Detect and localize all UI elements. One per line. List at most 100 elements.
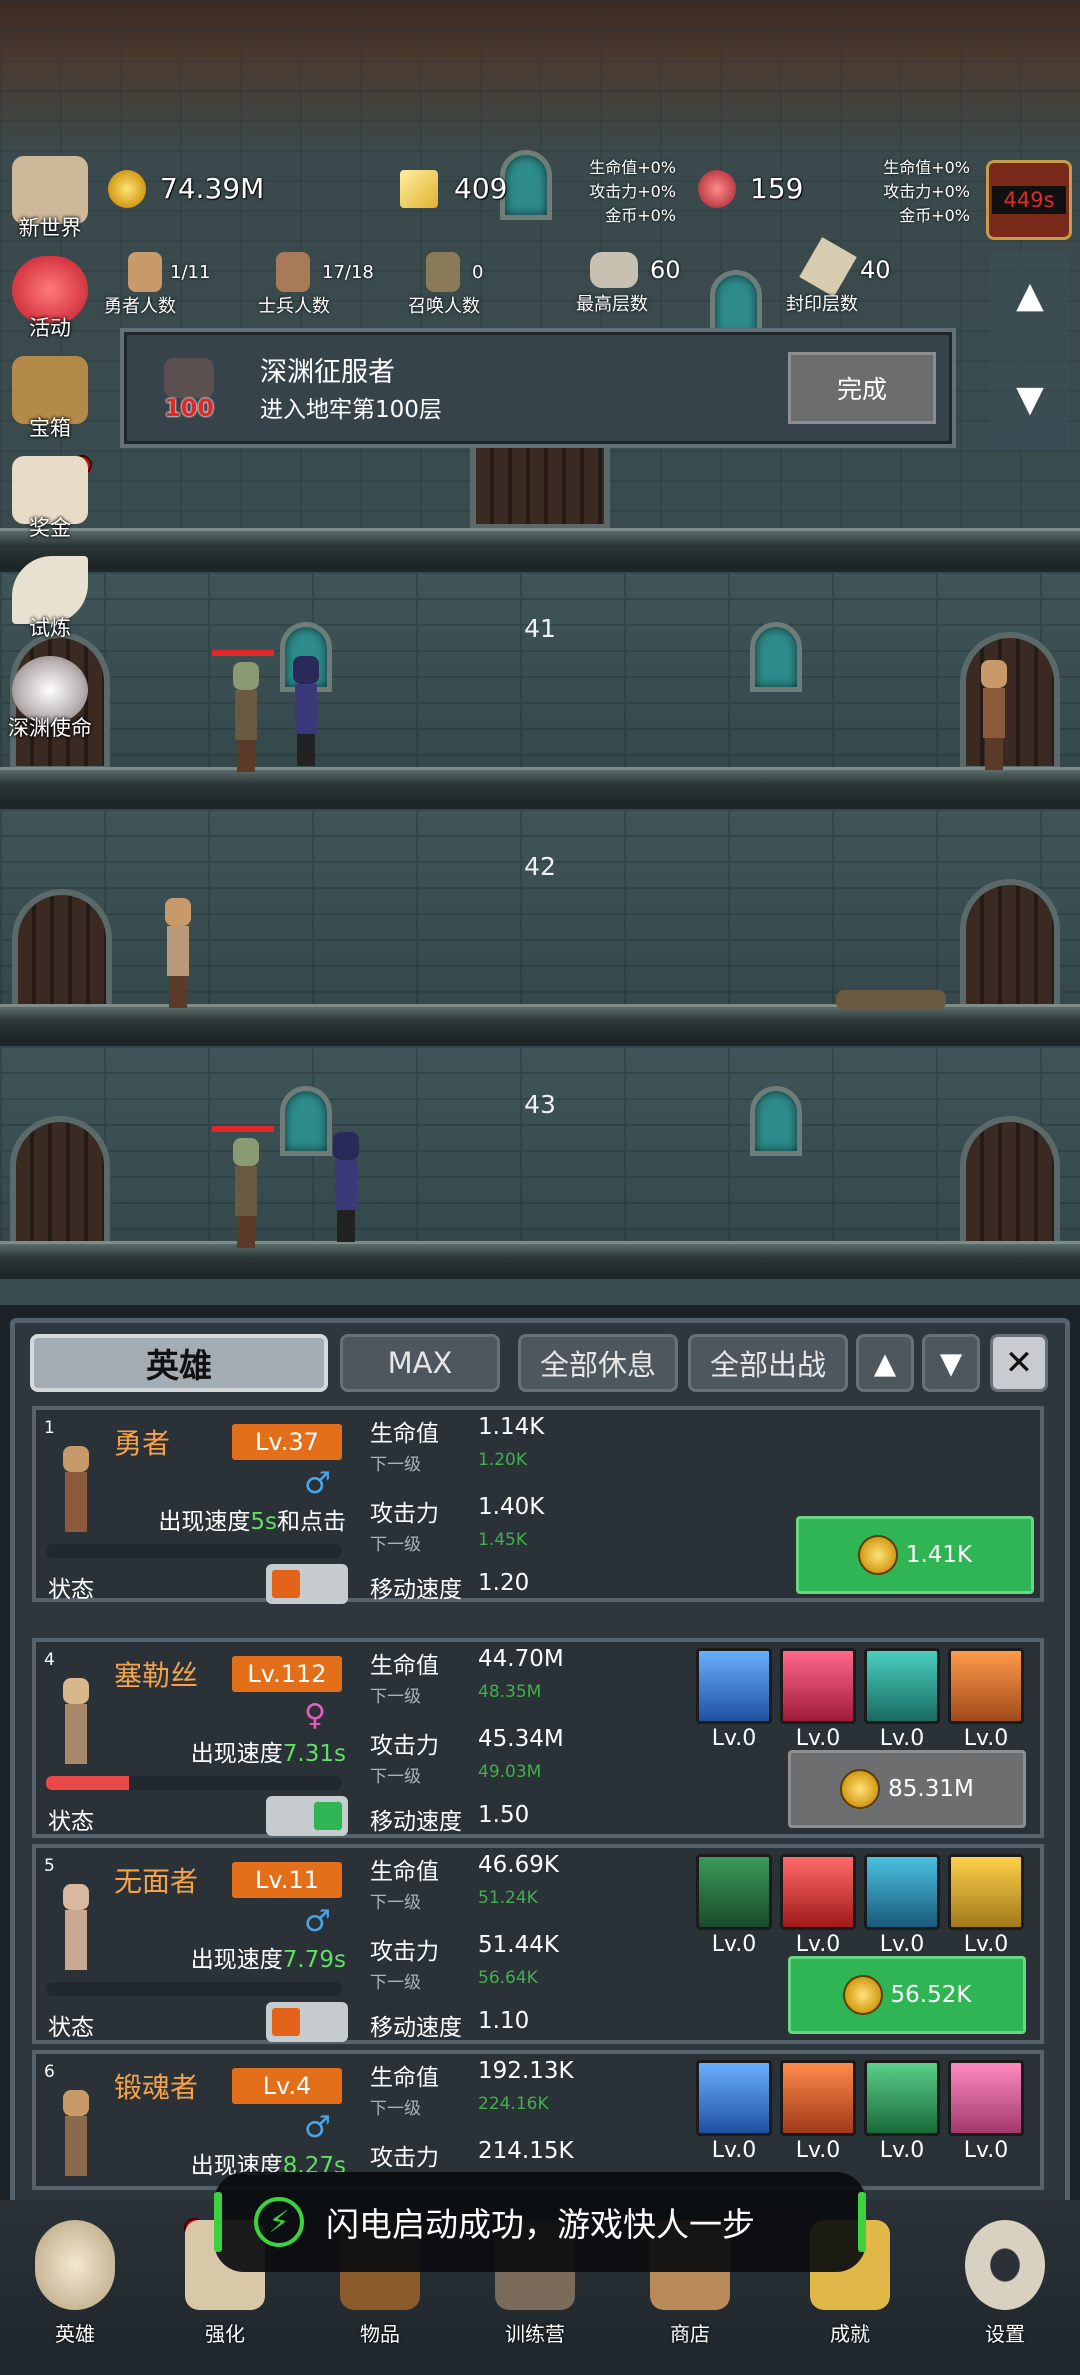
upgrade-button[interactable]: 56.52K bbox=[788, 1956, 1026, 2034]
panel-up-button[interactable]: ▲ bbox=[856, 1334, 914, 1392]
close-icon: ✕ bbox=[1004, 1343, 1034, 1383]
nav-hero[interactable]: 英雄 bbox=[0, 2210, 150, 2370]
state-label: 状态 bbox=[48, 1809, 94, 1835]
zombie-enemy bbox=[230, 1138, 260, 1248]
atk-value: 51.44K bbox=[478, 1932, 559, 1958]
axe-skill-icon[interactable] bbox=[780, 2060, 856, 2136]
skill-level: Lv.0 bbox=[879, 1726, 925, 1751]
boot-skill-icon[interactable] bbox=[864, 1854, 940, 1930]
hero-unit bbox=[978, 660, 1008, 770]
sword-skill-icon[interactable] bbox=[948, 1648, 1024, 1724]
blade-skill-icon[interactable] bbox=[780, 1854, 856, 1930]
sidebar-item-event[interactable]: 活动 bbox=[0, 250, 100, 342]
state-label: 状态 bbox=[48, 1577, 94, 1603]
state-toggle[interactable] bbox=[266, 2002, 348, 2042]
hero-portrait bbox=[56, 1678, 96, 1768]
monster-skill-icon[interactable] bbox=[780, 1648, 856, 1724]
boots-skill-icon[interactable] bbox=[864, 1648, 940, 1724]
atk-label: 攻击力 bbox=[370, 1501, 439, 1527]
quest-subtitle: 进入地牢第100层 bbox=[260, 397, 442, 423]
hero-rank: 4 bbox=[44, 1650, 55, 1670]
fallen-enemy bbox=[836, 990, 946, 1010]
tab-max[interactable]: MAX bbox=[340, 1334, 500, 1392]
state-toggle[interactable] bbox=[266, 1564, 348, 1604]
state-toggle[interactable] bbox=[266, 1796, 348, 1836]
sidebar-item-new-world[interactable]: 新世界 bbox=[0, 150, 100, 242]
floor-number: 42 bbox=[524, 852, 556, 881]
upgrade-button[interactable]: 85.31M bbox=[788, 1750, 1026, 1828]
panel-down-button[interactable]: ▼ bbox=[922, 1334, 980, 1392]
skill-level: Lv.0 bbox=[795, 2138, 841, 2163]
hero-unit bbox=[162, 898, 192, 1008]
sidebar-item-trial[interactable]: 试炼 bbox=[0, 550, 100, 642]
shield-star-skill-icon[interactable] bbox=[696, 1648, 772, 1724]
scroll-down-button[interactable]: ▼ bbox=[1010, 380, 1050, 420]
soldier-count: 17/18 bbox=[322, 262, 374, 283]
speed-label: 移动速度 bbox=[370, 2015, 462, 2041]
toast-message: ⚡ 闪电启动成功，游戏快人一步 bbox=[214, 2172, 866, 2272]
hero-level: Lv.11 bbox=[232, 1862, 342, 1898]
gold-bar-amount: 409 bbox=[454, 172, 508, 205]
next-level-label: 下一级 bbox=[370, 1767, 421, 1787]
hero-card[interactable]: 5 无面者 Lv.11 ♂ 出现速度7.79s 状态 生命值 46.69K 下一… bbox=[32, 1844, 1044, 2044]
max-floor-value: 60 bbox=[650, 256, 681, 284]
hero-name: 塞勒丝 bbox=[114, 1659, 199, 1692]
floor-window bbox=[280, 1086, 332, 1156]
boot-skill-icon[interactable] bbox=[948, 2060, 1024, 2136]
sidebar-item-chest[interactable]: 宝箱 bbox=[0, 350, 100, 442]
skill-level: Lv.0 bbox=[711, 2138, 757, 2163]
hp-label: 生命值 bbox=[370, 1653, 439, 1679]
gold-coin-icon bbox=[842, 1975, 883, 2015]
speed-label: 移动速度 bbox=[370, 1577, 462, 1603]
skull-shield-skill-icon[interactable] bbox=[696, 2060, 772, 2136]
chevron-down-icon: ▼ bbox=[939, 1346, 963, 1380]
hp-next-value: 224.16K bbox=[478, 2094, 549, 2114]
hero-rank: 1 bbox=[44, 1418, 55, 1438]
helmet-skill-icon[interactable] bbox=[948, 1854, 1024, 1930]
tab-hero[interactable]: 英雄 bbox=[30, 1334, 328, 1392]
hp-value: 44.70M bbox=[478, 1646, 564, 1672]
hp-next-value: 48.35M bbox=[478, 1682, 542, 1702]
hero-count-icon bbox=[128, 252, 162, 292]
appear-speed: 出现速度5s和点击 bbox=[158, 1509, 346, 1535]
deploy-all-button[interactable]: 全部出战 bbox=[688, 1334, 848, 1392]
quest-complete-button[interactable]: 完成 bbox=[788, 352, 936, 424]
gold-coin-icon bbox=[840, 1769, 881, 1809]
hero-card[interactable]: 6 锻魂者 Lv.4 ♂ 出现速度8.27s 生命值 192.13K 下一级 2… bbox=[32, 2050, 1044, 2190]
hero-name: 锻魂者 bbox=[114, 2071, 199, 2104]
sword-shield-skill-icon[interactable] bbox=[696, 1854, 772, 1930]
next-level-label: 下一级 bbox=[370, 1535, 421, 1555]
upgrade-button[interactable]: 1.41K bbox=[796, 1516, 1034, 1594]
hero-card[interactable]: 1 勇者 Lv.37 ♂ 出现速度5s和点击 状态 生命值 1.14K 下一级 … bbox=[32, 1406, 1044, 1604]
hero-portrait bbox=[56, 1884, 96, 1974]
seal-floor-label: 封印层数 bbox=[786, 294, 858, 315]
witch-hero bbox=[290, 656, 320, 766]
atk-value: 214.15K bbox=[478, 2138, 574, 2164]
max-floor-icon bbox=[590, 252, 638, 288]
floor-door bbox=[960, 1116, 1060, 1256]
scroll-up-button[interactable]: ▲ bbox=[1010, 276, 1050, 316]
hp-value: 46.69K bbox=[478, 1852, 559, 1878]
chevron-up-icon: ▲ bbox=[873, 1346, 897, 1380]
buff-list-right: 生命值+0% 攻击力+0% 金币+0% bbox=[883, 158, 970, 225]
hero-level: Lv.37 bbox=[232, 1424, 342, 1460]
male-icon: ♂ bbox=[304, 1466, 331, 1501]
hero-rank: 6 bbox=[44, 2062, 55, 2082]
seal-floor-value: 40 bbox=[860, 256, 891, 284]
skull-icon bbox=[35, 2220, 115, 2310]
hero-card[interactable]: 4 塞勒丝 Lv.112 ♀ 出现速度7.31s 状态 生命值 44.70M 下… bbox=[32, 1638, 1044, 1838]
sidebar-item-abyss-mission[interactable]: 深渊使命 bbox=[0, 650, 100, 742]
hammer-skill-icon[interactable] bbox=[864, 2060, 940, 2136]
hero-count-label: 勇者人数 bbox=[104, 296, 176, 317]
skill-level: Lv.0 bbox=[711, 1726, 757, 1751]
close-panel-button[interactable]: ✕ bbox=[990, 1334, 1048, 1392]
rest-all-button[interactable]: 全部休息 bbox=[518, 1334, 678, 1392]
hero-portrait bbox=[56, 1446, 96, 1536]
floor-43 bbox=[0, 1042, 1080, 1279]
skill-level: Lv.0 bbox=[795, 1726, 841, 1751]
hp-label: 生命值 bbox=[370, 2065, 439, 2091]
next-level-label: 下一级 bbox=[370, 1455, 421, 1475]
sidebar-item-bonus[interactable]: 奖金 bbox=[0, 450, 100, 542]
gold-bar-icon bbox=[400, 170, 438, 208]
nav-settings[interactable]: 设置 bbox=[930, 2210, 1080, 2370]
